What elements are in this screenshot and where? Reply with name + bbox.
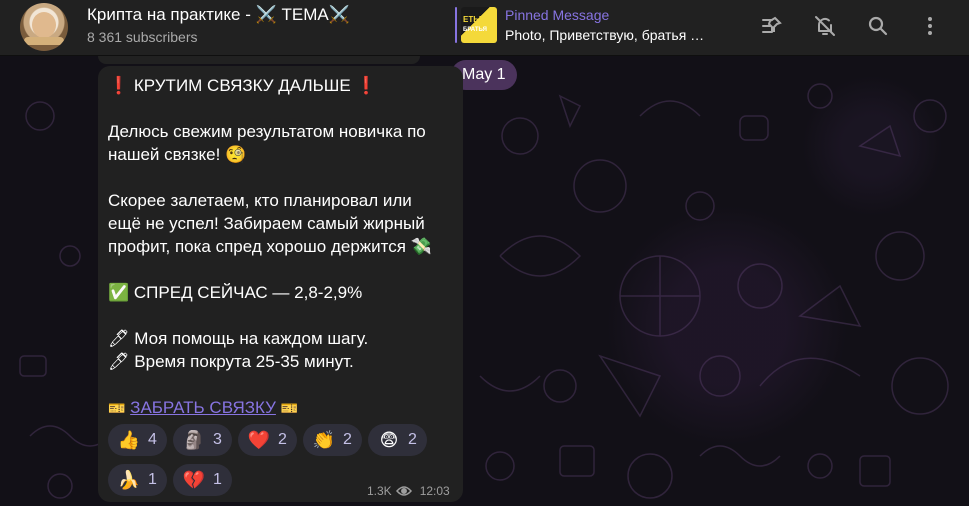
search-icon[interactable] xyxy=(864,12,892,40)
reaction-count: 1 xyxy=(213,471,222,488)
claim-link[interactable]: ЗАБРАТЬ СВЯЗКУ xyxy=(130,398,276,417)
reaction-count: 2 xyxy=(343,431,352,448)
message-line: ✅ СПРЕД СЕЙЧАС — 2,8-2,9% xyxy=(108,283,363,302)
subscriber-count: 8 361 subscribers xyxy=(87,29,198,45)
channel-title: Крипта на практике - ⚔️ ТЕМА⚔️ xyxy=(87,5,350,24)
pinned-thumbnail: ЕТЫ БРАТЬЯ xyxy=(461,7,497,43)
thumbs-up-icon: 👍 xyxy=(117,429,141,450)
message-line: ещё не успел! Забираем самый жирный xyxy=(108,214,425,233)
message-line: Скорее залетаем, кто планировал или xyxy=(108,191,412,210)
avatar-band xyxy=(24,37,64,45)
unpin-list-icon[interactable] xyxy=(758,12,786,40)
pinned-preview-text: Photo, Приветствую, братья … xyxy=(505,27,705,43)
ticket-icon: 🎫 xyxy=(108,400,126,417)
reaction-count: 4 xyxy=(148,431,157,448)
message-link-line: 🎫 ЗАБРАТЬ СВЯЗКУ 🎫 xyxy=(108,396,453,420)
reaction-count: 2 xyxy=(278,431,287,448)
eye-icon xyxy=(395,485,412,497)
message-meta: 1.3K 12:03 xyxy=(367,484,450,498)
message-time: 12:03 xyxy=(419,484,450,498)
reaction-moai[interactable]: 🗿 3 xyxy=(173,424,232,456)
pinned-indicator-bar xyxy=(455,7,457,43)
message-line: нашей связке! 🧐 xyxy=(108,145,247,164)
more-vertical-icon[interactable] xyxy=(916,12,944,40)
mute-bell-icon[interactable] xyxy=(811,12,839,40)
avatar-face xyxy=(32,12,56,38)
reaction-broken-heart[interactable]: 💔 1 xyxy=(173,464,232,496)
reaction-thumbs-up[interactable]: 👍 4 xyxy=(108,424,167,456)
pinned-message[interactable]: ЕТЫ БРАТЬЯ Pinned Message Photo, Приветс… xyxy=(455,6,725,44)
pinned-thumb-text-top: ЕТЫ xyxy=(463,15,482,24)
clap-icon: 👏 xyxy=(312,429,336,450)
message-line: ❗️ КРУТИМ СВЯЗКУ ДАЛЬШЕ ❗️ xyxy=(108,76,377,95)
message-line: Делюсь свежим результатом новичка по xyxy=(108,122,426,141)
channel-avatar[interactable] xyxy=(20,3,68,51)
fearful-face-icon: 😨 xyxy=(379,429,399,450)
broken-heart-icon: 💔 xyxy=(182,469,206,490)
moai-icon: 🗿 xyxy=(182,429,206,450)
pinned-thumb-text-bottom: БРАТЬЯ xyxy=(463,27,487,33)
view-count: 1.3K xyxy=(367,484,392,498)
reaction-heart[interactable]: ❤️ 2 xyxy=(238,424,297,456)
channel-info[interactable]: Крипта на практике - ⚔️ ТЕМА⚔️ 8 361 sub… xyxy=(87,5,350,45)
pinned-label: Pinned Message xyxy=(505,7,610,23)
reaction-count: 3 xyxy=(213,431,222,448)
message-text: ❗️ КРУТИМ СВЯЗКУ ДАЛЬШЕ ❗️ Делюсь свежим … xyxy=(108,74,453,396)
chat-header: Крипта на практике - ⚔️ ТЕМА⚔️ 8 361 sub… xyxy=(0,0,969,56)
reaction-clap[interactable]: 👏 2 xyxy=(303,424,362,456)
previous-message-edge xyxy=(98,56,420,64)
reaction-count: 2 xyxy=(408,431,417,448)
reaction-fearful[interactable]: 😨 2 xyxy=(368,424,427,456)
message-line: 🖊 Время покрута 25-35 минут. xyxy=(108,352,354,371)
message-line: профит, пока спред хорошо держится 💸 xyxy=(108,237,432,256)
heart-icon: ❤️ xyxy=(247,429,271,450)
ticket-icon: 🎫 xyxy=(280,400,299,417)
message-line: 🖊 Моя помощь на каждом шагу. xyxy=(108,329,369,348)
banana-icon: 🍌 xyxy=(117,469,141,490)
reaction-banana[interactable]: 🍌 1 xyxy=(108,464,167,496)
reaction-count: 1 xyxy=(148,471,157,488)
